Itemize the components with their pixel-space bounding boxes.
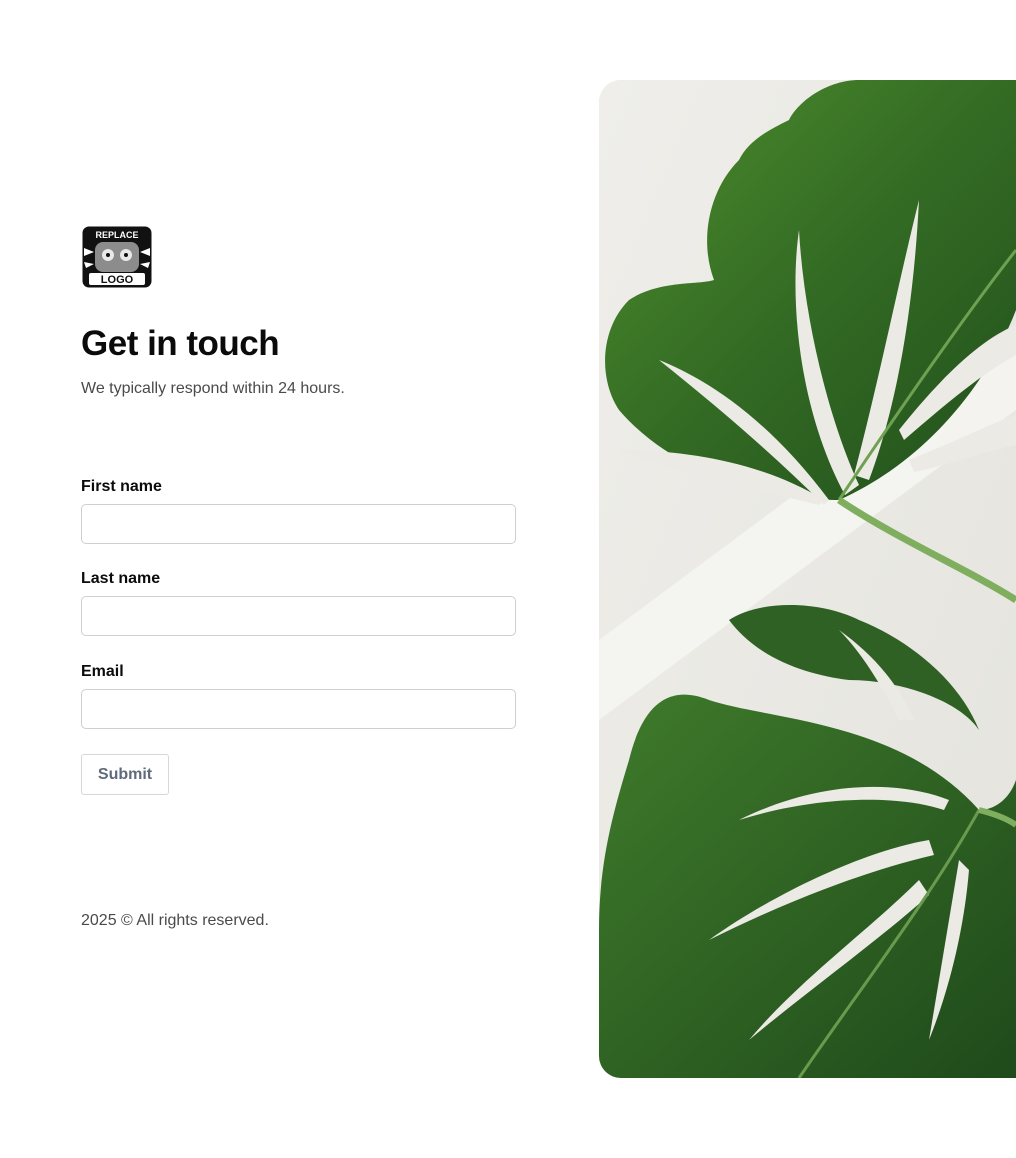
- footer-copyright: 2025 © All rights reserved.: [81, 912, 269, 929]
- logo-bottom-text: LOGO: [101, 274, 134, 286]
- page-title: Get in touch: [81, 324, 280, 363]
- email-label: Email: [81, 663, 124, 680]
- logo-top-text: REPLACE: [95, 230, 138, 240]
- monstera-leaves-illustration: [599, 80, 1016, 1078]
- page-subtitle: We typically respond within 24 hours.: [81, 380, 345, 397]
- first-name-field[interactable]: [81, 504, 516, 544]
- brand-logo: REPLACE LOGO: [82, 226, 152, 288]
- contact-page: REPLACE LOGO Get in touch We typically r…: [0, 0, 1016, 1158]
- email-field[interactable]: [81, 689, 516, 729]
- submit-button[interactable]: Submit: [81, 754, 169, 795]
- monstera-photo: [599, 80, 1016, 1078]
- last-name-field[interactable]: [81, 596, 516, 636]
- last-name-label: Last name: [81, 570, 161, 587]
- first-name-label: First name: [81, 478, 162, 495]
